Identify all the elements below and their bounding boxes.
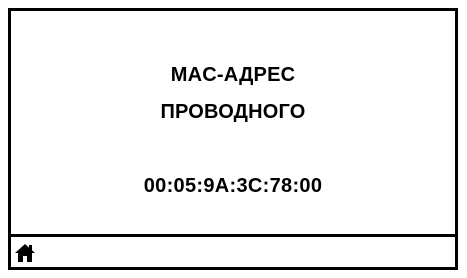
footer-bar bbox=[11, 237, 455, 267]
mac-address-value: 00:05:9A:3C:78:00 bbox=[143, 175, 323, 197]
content-area: MAC-АДРЕС ПРОВОДНОГО 00:05:9A:3C:78:00 bbox=[11, 11, 455, 237]
printer-display: MAC-АДРЕС ПРОВОДНОГО 00:05:9A:3C:78:00 bbox=[8, 8, 458, 270]
screen-title-line-1: MAC-АДРЕС bbox=[170, 64, 296, 86]
home-button[interactable] bbox=[14, 243, 40, 267]
screen-title-line-2: ПРОВОДНОГО bbox=[160, 101, 306, 123]
home-icon bbox=[14, 243, 40, 263]
